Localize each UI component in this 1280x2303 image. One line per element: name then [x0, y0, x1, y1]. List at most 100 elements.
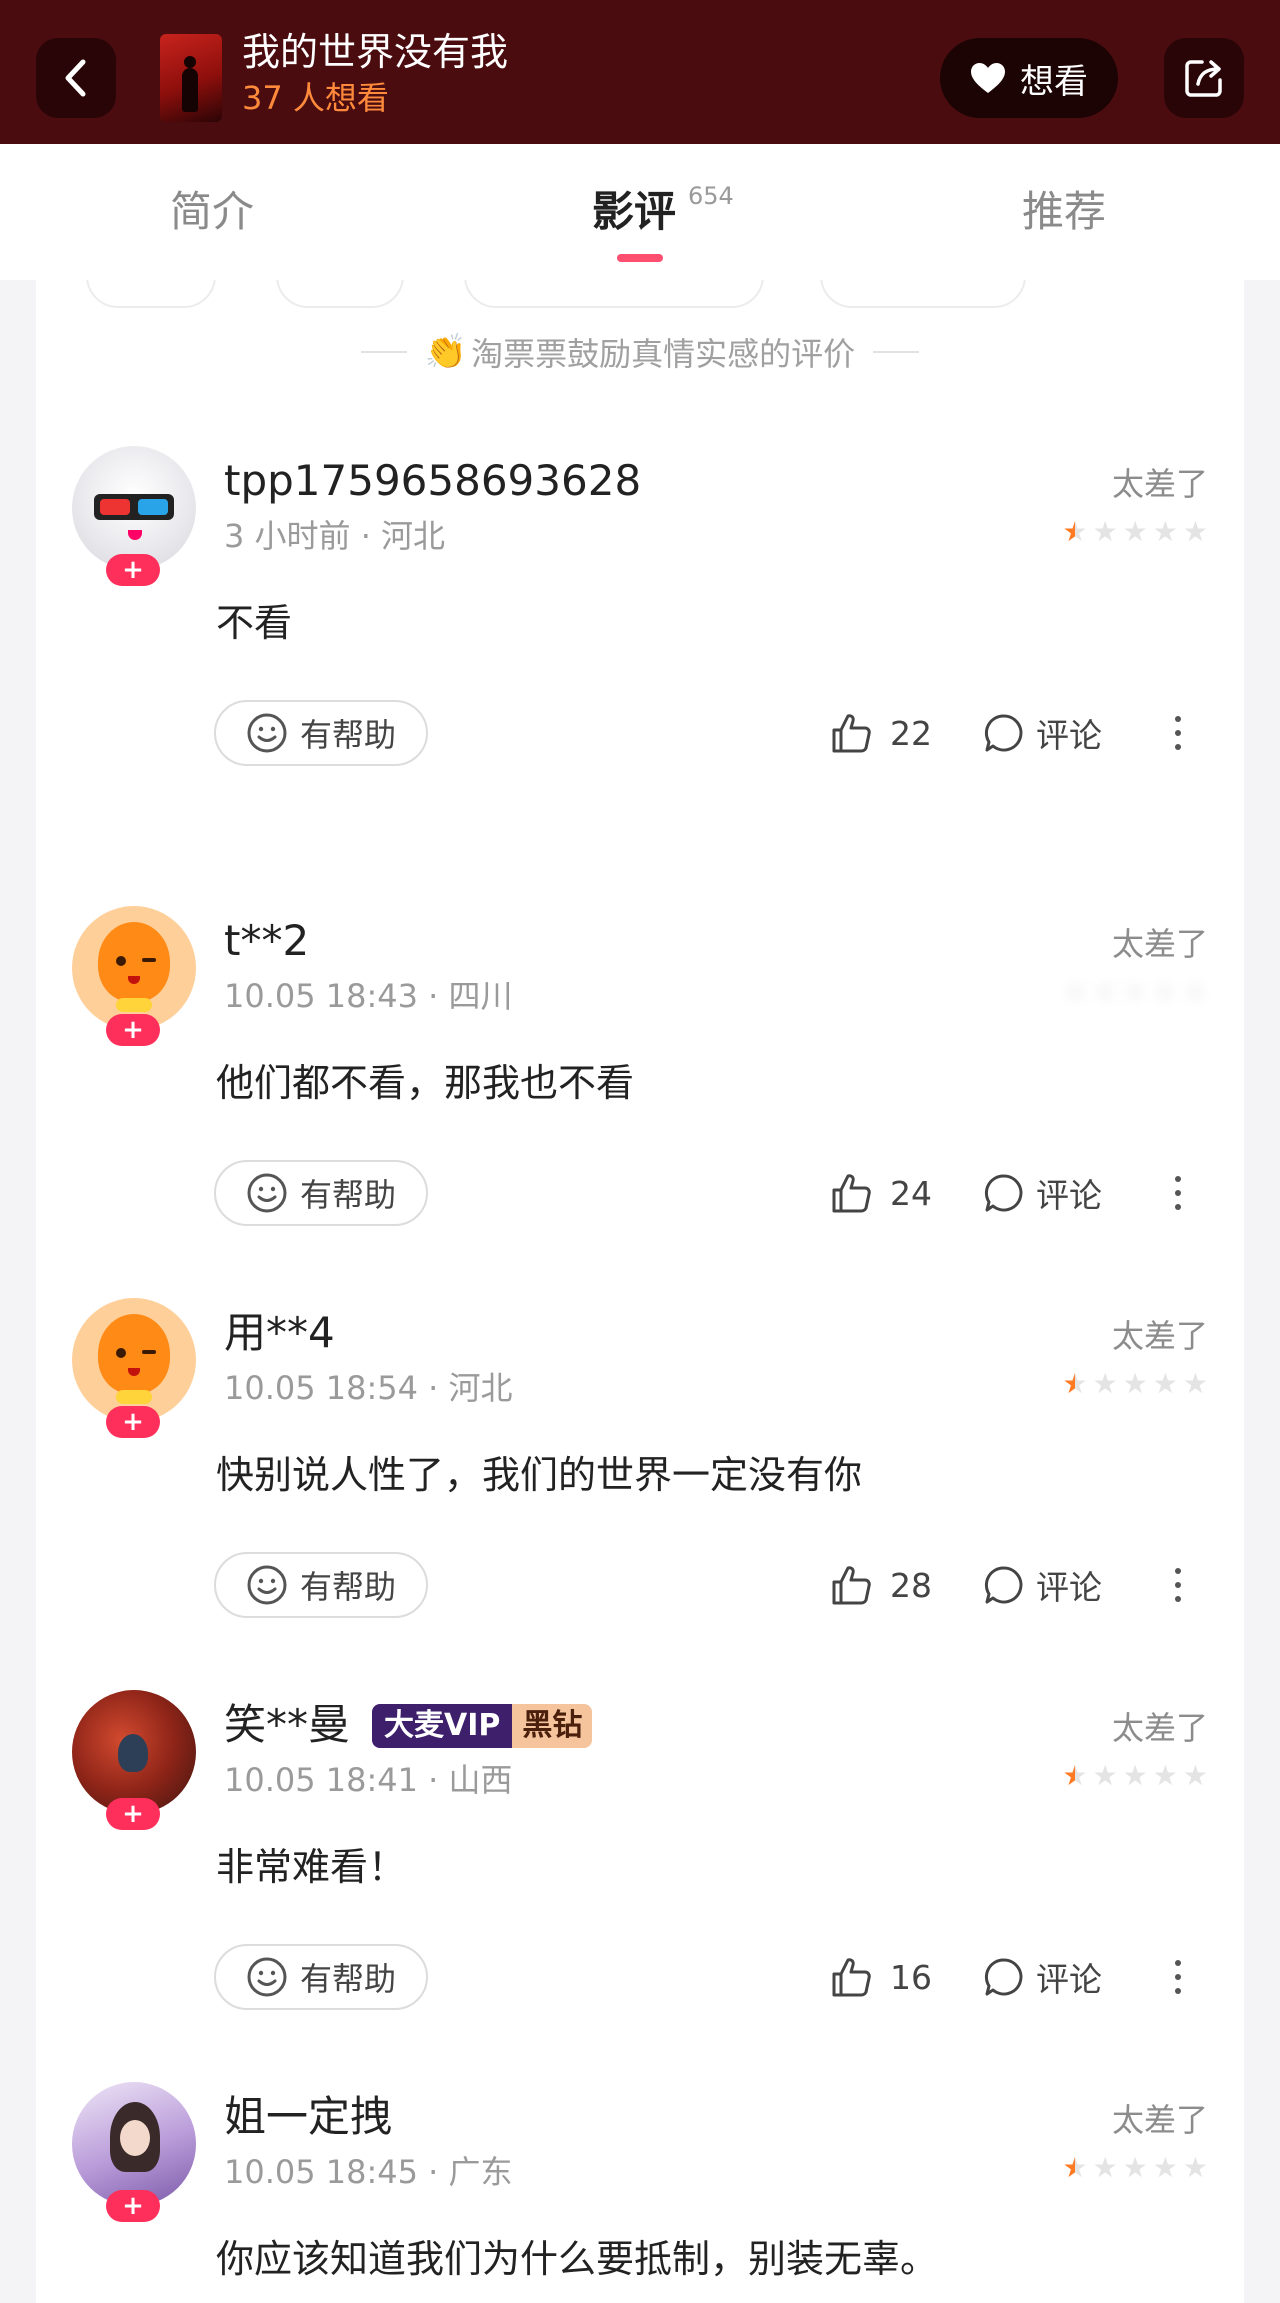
- comment-icon: [984, 1958, 1023, 1996]
- like-button[interactable]: 24: [830, 1160, 932, 1226]
- avatar[interactable]: [72, 1690, 196, 1814]
- like-count: 24: [890, 1173, 932, 1213]
- tab-recommend[interactable]: 推荐: [1022, 184, 1106, 240]
- filter-chip[interactable]: [86, 280, 216, 308]
- follow-button[interactable]: +: [106, 2190, 160, 2222]
- review-notice: 👏 淘票票鼓励真情实感的评价: [36, 328, 1244, 376]
- comment-button[interactable]: 评论: [984, 1944, 1102, 2010]
- star-icon: ★: [1152, 1367, 1178, 1400]
- review-content[interactable]: 非常难看！: [216, 1842, 406, 1892]
- comment-button[interactable]: 评论: [984, 1552, 1102, 1618]
- more-options-icon[interactable]: [1168, 1944, 1188, 2010]
- want-button-label: 想看: [1020, 61, 1088, 102]
- want-to-watch-button[interactable]: 想看: [940, 38, 1118, 118]
- follow-button[interactable]: +: [106, 1406, 160, 1438]
- thumbs-up-icon: [832, 714, 871, 753]
- avatar[interactable]: [72, 906, 196, 1030]
- review-meta: 10.05 18:45 · 广东: [224, 2153, 513, 2191]
- heart-icon: [971, 63, 1005, 93]
- comment-button[interactable]: 评论: [984, 1160, 1102, 1226]
- helpful-button[interactable]: 有帮助: [214, 1160, 428, 1226]
- review-content[interactable]: 你应该知道我们为什么要抵制，别装无辜。: [216, 2234, 938, 2284]
- star-icon: ★: [1062, 1367, 1088, 1400]
- thumbs-up-icon: [832, 1174, 871, 1213]
- share-button[interactable]: [1164, 38, 1244, 118]
- review-count: 654: [688, 182, 734, 210]
- clap-icon: 👏: [424, 332, 468, 372]
- star-icon: ★: [1152, 515, 1178, 548]
- vip-badge[interactable]: 大麦VIP 黑钻: [372, 1704, 593, 1748]
- more-options-icon[interactable]: [1168, 700, 1188, 766]
- divider: [873, 351, 920, 353]
- star-rating: ★ ★ ★ ★ ★: [1062, 976, 1208, 1008]
- movie-poster[interactable]: [160, 34, 222, 122]
- like-button[interactable]: 22: [830, 700, 932, 766]
- comment-label: 评论: [1036, 1176, 1102, 1215]
- share-icon: [1185, 60, 1222, 97]
- helpful-label: 有帮助: [299, 716, 396, 754]
- notice-text: 淘票票鼓励真情实感的评价: [471, 335, 856, 373]
- star-icon: ★: [1152, 1759, 1178, 1792]
- review-content[interactable]: 不看: [216, 598, 292, 648]
- comment-label: 评论: [1036, 1960, 1102, 1999]
- tab-intro[interactable]: 简介: [170, 184, 254, 240]
- review-content[interactable]: 快别说人性了，我们的世界一定没有你: [216, 1450, 862, 1500]
- follow-button[interactable]: +: [106, 1798, 160, 1830]
- avatar[interactable]: [72, 1298, 196, 1422]
- review-meta: 10.05 18:54 · 河北: [224, 1369, 513, 1407]
- helpful-label: 有帮助: [299, 1568, 396, 1606]
- smile-icon: [247, 1565, 287, 1605]
- follow-button[interactable]: +: [106, 1014, 160, 1046]
- star-icon: ★: [1092, 1367, 1118, 1400]
- tab-reviews[interactable]: 影评: [592, 184, 676, 240]
- thumbs-up-icon: [832, 1958, 871, 1997]
- vip-tier-label: 黑钻: [512, 1704, 593, 1748]
- username[interactable]: t**2: [224, 914, 309, 968]
- helpful-label: 有帮助: [299, 1176, 396, 1214]
- star-rating: ★ ★ ★ ★ ★: [1062, 1368, 1208, 1400]
- smile-icon: [247, 1173, 287, 1213]
- avatar[interactable]: [72, 446, 196, 570]
- comment-button[interactable]: 评论: [984, 700, 1102, 766]
- smile-icon: [247, 713, 287, 753]
- movie-header: 我的世界没有我 37 人想看 想看: [0, 0, 1280, 144]
- divider: [360, 351, 407, 353]
- star-icon: ★: [1122, 1367, 1148, 1400]
- star-icon: ★: [1182, 1367, 1208, 1400]
- chevron-left-icon: [65, 59, 86, 97]
- review-meta: 10.05 18:41 · 山西: [224, 1761, 513, 1799]
- filter-chip[interactable]: [820, 280, 1026, 308]
- helpful-button[interactable]: 有帮助: [214, 1944, 428, 2010]
- rating-label: 太差了: [1111, 1317, 1208, 1355]
- star-icon: ★: [1092, 975, 1118, 1008]
- more-options-icon[interactable]: [1168, 1160, 1188, 1226]
- star-icon: ★: [1182, 1759, 1208, 1792]
- filter-chip[interactable]: [276, 280, 404, 308]
- username[interactable]: 用**4: [224, 1306, 335, 1360]
- star-icon: ★: [1122, 975, 1148, 1008]
- rating-label: 太差了: [1111, 465, 1208, 503]
- filter-chip[interactable]: [464, 280, 764, 308]
- vip-badge-label: 大麦VIP: [372, 1704, 513, 1748]
- star-icon: ★: [1062, 1759, 1088, 1792]
- star-icon: ★: [1152, 975, 1178, 1008]
- helpful-button[interactable]: 有帮助: [214, 1552, 428, 1618]
- follow-button[interactable]: +: [106, 554, 160, 586]
- username[interactable]: 姐一定拽: [224, 2090, 392, 2144]
- helpful-button[interactable]: 有帮助: [214, 700, 428, 766]
- username[interactable]: tpp1759658693628: [224, 454, 641, 508]
- review-meta: 3 小时前 · 河北: [224, 517, 446, 555]
- like-count: 16: [890, 1957, 932, 1997]
- comment-icon: [984, 1566, 1023, 1604]
- review-content[interactable]: 他们都不看，那我也不看: [216, 1058, 634, 1108]
- more-options-icon[interactable]: [1168, 1552, 1188, 1618]
- like-count: 22: [890, 713, 932, 753]
- like-button[interactable]: 16: [830, 1944, 932, 2010]
- back-button[interactable]: [36, 38, 116, 118]
- star-icon: ★: [1122, 1759, 1148, 1792]
- rating-label: 太差了: [1111, 2101, 1208, 2139]
- star-icon: ★: [1062, 2151, 1088, 2184]
- avatar[interactable]: [72, 2082, 196, 2206]
- like-button[interactable]: 28: [830, 1552, 932, 1618]
- username[interactable]: 笑**曼: [224, 1698, 350, 1752]
